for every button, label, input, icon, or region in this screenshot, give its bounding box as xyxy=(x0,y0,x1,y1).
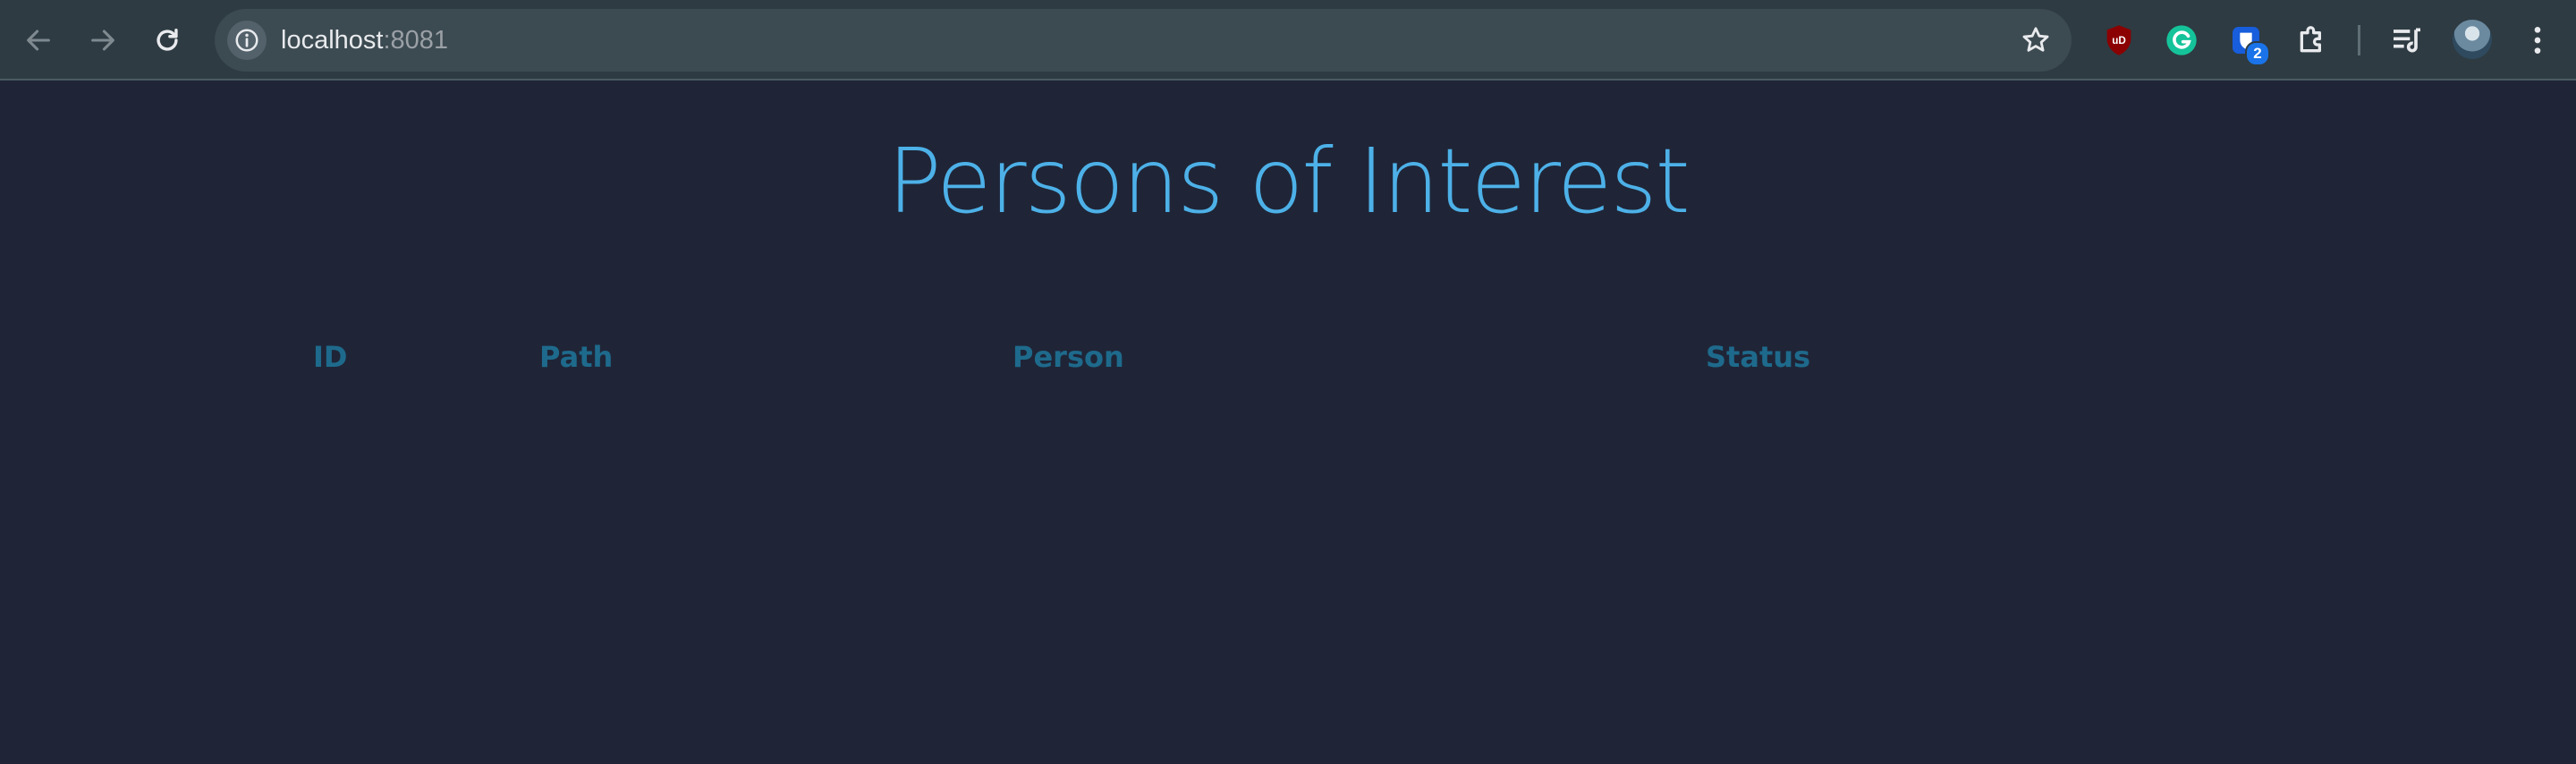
site-info-button[interactable] xyxy=(227,21,267,60)
back-arrow-icon xyxy=(27,30,50,51)
column-header-id: ID xyxy=(313,340,348,374)
browser-menu-button[interactable] xyxy=(2517,20,2558,61)
info-icon xyxy=(235,29,258,52)
reload-icon xyxy=(157,28,178,51)
kebab-menu-icon xyxy=(2534,27,2541,54)
bitwarden-badge: 2 xyxy=(2245,41,2270,66)
grammarly-icon xyxy=(2166,25,2197,55)
url-host: localhost xyxy=(281,26,384,55)
column-header-path: Path xyxy=(539,340,614,374)
puzzle-icon xyxy=(2300,26,2321,53)
ublock-origin-extension[interactable]: uD xyxy=(2098,20,2140,61)
bitwarden-extension[interactable]: 2 xyxy=(2225,20,2270,66)
browser-toolbar: localhost:8081 uD 2 xyxy=(0,0,2576,81)
page-content: Persons of Interest ID Path Person Statu… xyxy=(0,81,2576,764)
url-text[interactable]: localhost:8081 xyxy=(281,9,448,72)
media-controls-button[interactable] xyxy=(2386,20,2428,61)
column-header-status: Status xyxy=(1706,340,1811,374)
address-bar[interactable]: localhost:8081 xyxy=(215,9,2072,72)
page-title: Persons of Interest xyxy=(887,129,1690,233)
reload-button[interactable] xyxy=(147,20,188,61)
ublock-shield-icon: uD xyxy=(2106,25,2131,55)
toolbar-divider xyxy=(2358,25,2360,55)
grammarly-extension[interactable] xyxy=(2161,20,2202,61)
star-icon[interactable] xyxy=(2020,24,2052,56)
column-header-person: Person xyxy=(1013,340,1124,374)
forward-arrow-icon xyxy=(91,30,114,51)
svg-text:uD: uD xyxy=(2112,35,2126,47)
media-playlist-icon xyxy=(2394,28,2420,53)
url-port: :8081 xyxy=(383,26,449,55)
forward-button[interactable] xyxy=(82,20,123,61)
profile-avatar[interactable] xyxy=(2453,20,2492,59)
extensions-button[interactable] xyxy=(2292,20,2333,61)
back-button[interactable] xyxy=(18,20,59,61)
